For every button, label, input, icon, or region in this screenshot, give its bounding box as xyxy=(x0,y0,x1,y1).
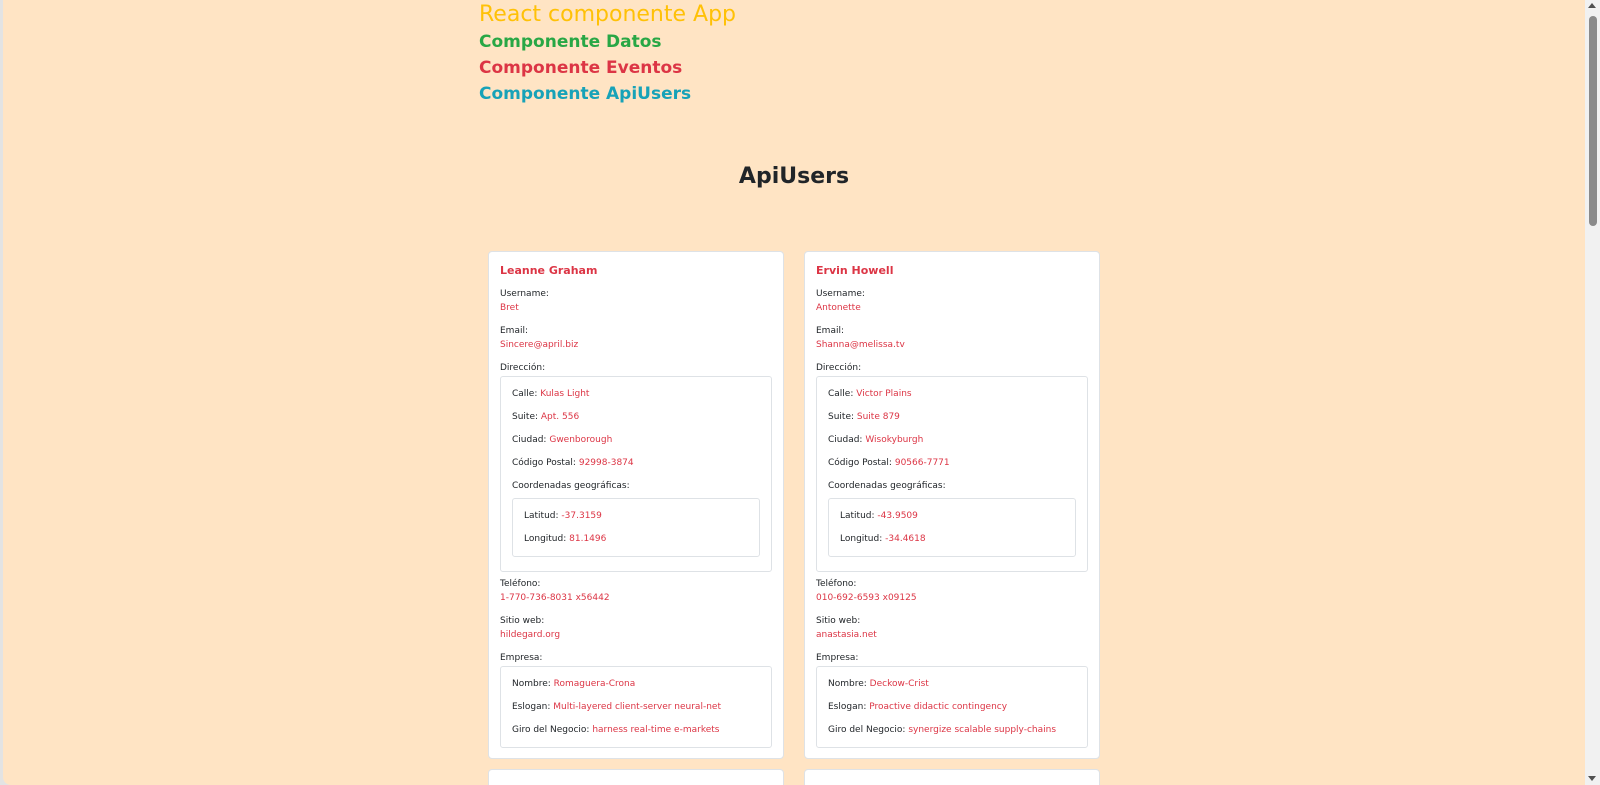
suite-value: Apt. 556 xyxy=(540,412,580,422)
suite-label: Suite: xyxy=(828,412,855,422)
bs-value: harness real-time e-markets xyxy=(592,725,720,735)
lat-value: -43.9509 xyxy=(877,511,918,521)
company-label: Empresa: xyxy=(816,653,859,663)
zipcode-value: 90566-7771 xyxy=(894,458,950,468)
company-name-label: Nombre: xyxy=(512,679,551,689)
company-label: Empresa: xyxy=(500,653,543,663)
bs-value: synergize scalable supply-chains xyxy=(908,725,1057,735)
component-datos-title: Componente Datos xyxy=(479,32,662,52)
catchphrase-label: Eslogan: xyxy=(512,702,551,712)
user-name: Leanne Graham xyxy=(500,264,598,277)
email-label: Email: xyxy=(816,326,845,336)
user-card: Ervin Howell Username: Antonette Email: … xyxy=(804,251,1100,759)
scroll-up-arrow-icon[interactable] xyxy=(1588,3,1596,8)
lng-label: Longitud: xyxy=(524,534,567,544)
username-label: Username: xyxy=(816,289,865,299)
geo-box: Latitud: -37.3159 Longitud: 81.1496 xyxy=(512,498,760,557)
address-label: Dirección: xyxy=(500,363,546,373)
username-label: Username: xyxy=(500,289,549,299)
user-name: Ervin Howell xyxy=(816,264,894,277)
page-viewport: React componente App Componente Datos Co… xyxy=(3,0,1585,785)
bs-label: Giro del Negocio: xyxy=(512,725,590,735)
catchphrase-value: Proactive didactic contingency xyxy=(869,702,1008,712)
company-name-value: Deckow-Crist xyxy=(869,679,929,689)
suite-label: Suite: xyxy=(512,412,539,422)
company-name-value: Romaguera-Crona xyxy=(553,679,636,689)
zipcode-value: 92998-3874 xyxy=(578,458,634,468)
lng-value: 81.1496 xyxy=(569,534,607,544)
city-value: Gwenborough xyxy=(549,435,613,445)
lat-label: Latitud: xyxy=(524,511,559,521)
zipcode-label: Código Postal: xyxy=(828,458,892,468)
website-label: Sitio web: xyxy=(816,616,861,626)
address-box: Calle: Kulas Light Suite: Apt. 556 Ciuda… xyxy=(500,376,772,572)
address-label: Dirección: xyxy=(816,363,862,373)
company-box: Nombre: Romaguera-Crona Eslogan: Multi-l… xyxy=(500,666,772,748)
street-label: Calle: xyxy=(512,389,538,399)
phone-label: Teléfono: xyxy=(816,579,857,589)
company-name-label: Nombre: xyxy=(828,679,867,689)
website-value: anastasia.net xyxy=(816,630,877,640)
lng-value: -34.4618 xyxy=(885,534,926,544)
user-card: Leanne Graham Username: Bret Email: Sinc… xyxy=(488,251,784,759)
user-card-partial xyxy=(488,769,784,785)
website-value: hildegard.org xyxy=(500,630,561,640)
scrollbar-thumb[interactable] xyxy=(1589,16,1597,226)
email-label: Email: xyxy=(500,326,529,336)
phone-value: 1-770-736-8031 x56442 xyxy=(500,593,610,603)
username-value: Antonette xyxy=(816,303,861,313)
user-card-partial xyxy=(804,769,1100,785)
address-box: Calle: Victor Plains Suite: Suite 879 Ci… xyxy=(816,376,1088,572)
component-apiusers-title: Componente ApiUsers xyxy=(479,84,692,104)
suite-value: Suite 879 xyxy=(856,412,900,422)
street-value: Kulas Light xyxy=(540,389,590,399)
username-value: Bret xyxy=(500,303,519,313)
lng-label: Longitud: xyxy=(840,534,883,544)
lat-label: Latitud: xyxy=(840,511,875,521)
street-value: Victor Plains xyxy=(856,389,912,399)
scroll-down-arrow-icon[interactable] xyxy=(1588,776,1596,781)
city-label: Ciudad: xyxy=(828,435,863,445)
geo-label: Coordenadas geográficas: xyxy=(512,481,630,491)
catchphrase-value: Multi-layered client-server neural-net xyxy=(553,702,721,712)
phone-label: Teléfono: xyxy=(500,579,541,589)
city-value: Wisokyburgh xyxy=(865,435,924,445)
component-eventos-title: Componente Eventos xyxy=(479,58,683,78)
phone-value: 010-692-6593 x09125 xyxy=(816,593,917,603)
catchphrase-label: Eslogan: xyxy=(828,702,867,712)
apiusers-heading: ApiUsers xyxy=(738,164,850,189)
zipcode-label: Código Postal: xyxy=(512,458,576,468)
email-value: Sincere@april.biz xyxy=(500,340,579,350)
lat-value: -37.3159 xyxy=(561,511,602,521)
website-label: Sitio web: xyxy=(500,616,545,626)
city-label: Ciudad: xyxy=(512,435,547,445)
geo-label: Coordenadas geográficas: xyxy=(828,481,946,491)
geo-box: Latitud: -43.9509 Longitud: -34.4618 xyxy=(828,498,1076,557)
vertical-scrollbar[interactable] xyxy=(1585,0,1600,785)
street-label: Calle: xyxy=(828,389,854,399)
email-value: Shanna@melissa.tv xyxy=(816,340,905,350)
company-box: Nombre: Deckow-Crist Eslogan: Proactive … xyxy=(816,666,1088,748)
bs-label: Giro del Negocio: xyxy=(828,725,906,735)
app-title: React componente App xyxy=(479,2,736,27)
